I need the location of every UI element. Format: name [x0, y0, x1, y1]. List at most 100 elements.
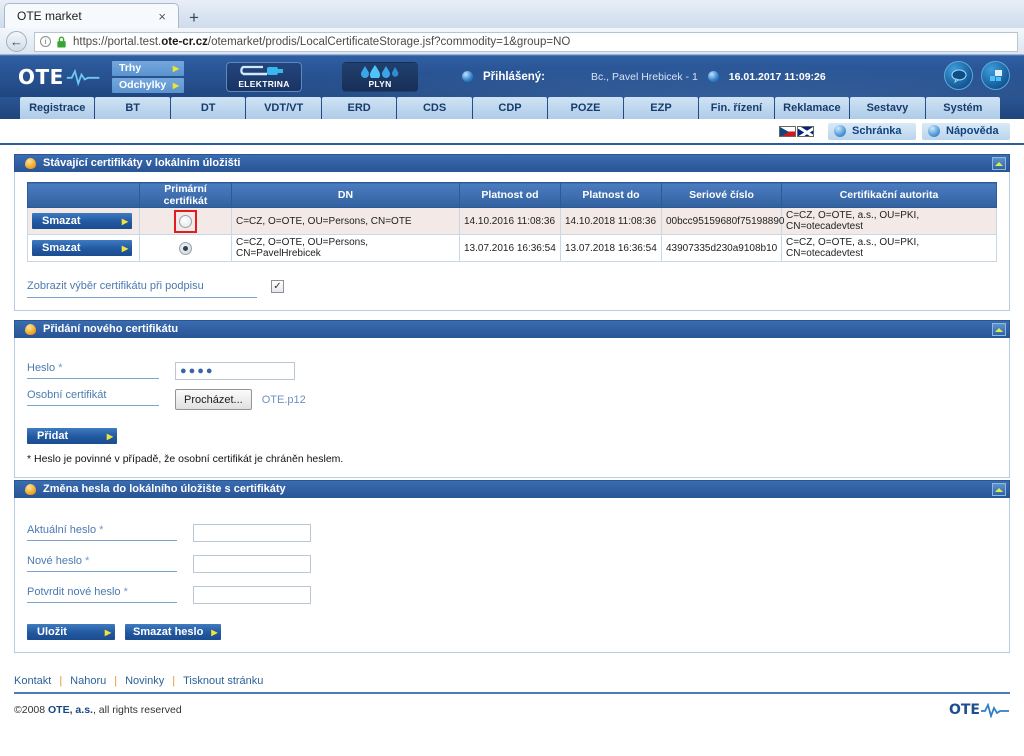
commodity-plyn[interactable]: PLYN: [342, 61, 418, 92]
nav-tab-cdp[interactable]: CDP: [472, 97, 548, 119]
footer-link-kontakt[interactable]: Kontakt: [14, 675, 51, 687]
nav-tab-poze[interactable]: POZE: [548, 97, 623, 119]
new-tab-button[interactable]: +: [179, 9, 209, 28]
panel-add-title: Přidání nového certifikátu: [43, 323, 179, 335]
selected-file-name: OTE.p12: [261, 393, 306, 406]
copyright: ©2008 OTE, a.s., all rights reserved: [14, 704, 182, 716]
delete-password-button[interactable]: Smazat heslo ▶: [125, 624, 222, 640]
address-bar[interactable]: i https://portal.test.ote-cr.cz/otemarke…: [34, 31, 1018, 52]
browse-button[interactable]: Procházet...: [175, 389, 252, 410]
certificate-control: Procházet... OTE.p12: [175, 389, 306, 410]
new-password-control: [193, 555, 311, 573]
commodity-elektrina[interactable]: ELEKTRINA: [226, 61, 302, 92]
table-row: Smazat ▶ C=CZ, O=OTE, OU=Persons, CN=OTE: [27, 207, 997, 235]
windows-icon[interactable]: [981, 61, 1010, 90]
nav-tab-registrace[interactable]: Registrace: [20, 97, 95, 119]
nav-tab-bt[interactable]: BT: [95, 97, 170, 119]
copyright-brand: OTE, a.s.: [48, 704, 93, 716]
footer-logo: OTE: [949, 702, 1010, 718]
collapse-button[interactable]: [992, 323, 1006, 336]
confirm-password-label-text: Potvrdit nové heslo: [27, 586, 121, 598]
clipboard-button[interactable]: Schránka: [828, 122, 916, 140]
footer-link-nahoru[interactable]: Nahoru: [70, 675, 106, 687]
delete-button-label: Smazat: [42, 215, 81, 227]
page-footer: Kontakt | Nahoru | Novinky | Tisknout st…: [0, 675, 1024, 718]
new-password-label-text: Nové heslo: [27, 555, 83, 567]
password-label-text: Heslo: [27, 362, 56, 374]
primary-certificate-radio[interactable]: [179, 241, 192, 255]
change-password-button-row: Uložit ▶ Smazat heslo ▶: [27, 624, 997, 640]
chat-icon[interactable]: [944, 61, 973, 90]
password-input[interactable]: [175, 362, 295, 380]
current-password-input[interactable]: [193, 524, 311, 542]
back-icon[interactable]: ←: [6, 31, 27, 52]
panel-add-header: Přidání nového certifikátu: [14, 320, 1010, 338]
nav-tab-reklamace[interactable]: Reklamace: [774, 97, 850, 119]
primary-certificate-radio[interactable]: [179, 214, 192, 228]
nav-tab-sestavy[interactable]: Sestavy: [850, 97, 925, 119]
chevron-right-icon: ▶: [172, 80, 179, 90]
add-button[interactable]: Přidat ▶: [27, 428, 117, 444]
flag-uk-icon[interactable]: [797, 125, 814, 137]
flag-cz-icon[interactable]: [779, 125, 796, 137]
collapse-button[interactable]: [992, 483, 1006, 496]
footer-links: Kontakt | Nahoru | Novinky | Tisknout st…: [14, 675, 1010, 694]
nav-tab-dt[interactable]: DT: [170, 97, 246, 119]
chevron-up-icon: [995, 327, 1003, 332]
browser-tab[interactable]: OTE market ×: [4, 3, 179, 28]
footer-link-tisknout[interactable]: Tisknout stránku: [183, 675, 263, 687]
chevron-right-icon: ▶: [121, 243, 128, 253]
help-icon: [928, 125, 940, 137]
nav-tab-vdtvt[interactable]: VDT/VT: [246, 97, 321, 119]
close-icon[interactable]: ×: [152, 10, 172, 23]
nav-tab-erd[interactable]: ERD: [321, 97, 397, 119]
nav-tab-cds[interactable]: CDS: [397, 97, 472, 119]
wave-icon: [66, 68, 100, 86]
show-picker-control: ✓: [271, 280, 284, 293]
required-marker: *: [85, 555, 90, 567]
info-icon[interactable]: i: [40, 36, 51, 47]
cell-serial: 00bcc95159680f75198890: [661, 207, 784, 235]
password-note: * Heslo je povinné v případě, že osobní …: [27, 453, 344, 465]
check-icon: ✓: [273, 280, 282, 292]
menu-item-trhy[interactable]: Trhy ▶: [112, 60, 184, 76]
nav-tab-system[interactable]: Systém: [925, 97, 1001, 119]
required-marker: *: [99, 524, 104, 536]
clipboard-label: Schránka: [852, 125, 902, 137]
save-button[interactable]: Uložit ▶: [27, 624, 115, 640]
nav-tab-fin-rizeni[interactable]: Fin. řízení: [699, 97, 774, 119]
cell-action: Smazat ▶: [27, 234, 140, 262]
bullet-icon: [707, 71, 719, 82]
portal-header: OTE Trhy ▶ Odchylky ▶ ELEKTRINA PLYN Při…: [0, 55, 1024, 97]
cell-serial: 43907335d230a9108b10: [661, 234, 782, 262]
collapse-button[interactable]: [992, 157, 1006, 170]
delete-button[interactable]: Smazat ▶: [32, 213, 132, 229]
certificates-table: Primární certifikát DN Platnost od Platn…: [27, 182, 997, 262]
url-domain: ote-cr.cz: [161, 35, 208, 48]
help-label: Nápověda: [946, 125, 999, 137]
show-picker-checkbox[interactable]: ✓: [271, 280, 284, 293]
menu-item-odchylky[interactable]: Odchylky ▶: [112, 77, 184, 93]
bullet-orange-icon: [25, 157, 36, 169]
ote-logo: OTE: [18, 65, 100, 89]
confirm-password-input[interactable]: [193, 586, 311, 604]
delete-button[interactable]: Smazat ▶: [32, 240, 132, 256]
footer-separator: |: [59, 675, 63, 687]
new-password-input[interactable]: [193, 555, 311, 573]
current-password-label: Aktuální heslo *: [27, 524, 177, 541]
commodity-plyn-label: PLYN: [368, 78, 392, 89]
cell-valid-from: 14.10.2016 11:08:36: [459, 207, 561, 235]
cell-valid-from: 13.07.2016 16:36:54: [459, 234, 561, 262]
copyright-prefix: ©2008: [14, 704, 49, 716]
main-navigation: Registrace BT DT VDT/VT ERD CDS CDP POZE…: [0, 97, 1024, 119]
help-button[interactable]: Nápověda: [922, 122, 1010, 140]
nav-tab-ezp[interactable]: EZP: [623, 97, 699, 119]
footer-link-novinky[interactable]: Novinky: [125, 675, 164, 687]
footer-bottom: ©2008 OTE, a.s., all rights reserved OTE: [14, 694, 1010, 718]
cell-ca: C=CZ, O=OTE, a.s., OU=PKI, CN=otecadevte…: [781, 234, 997, 262]
bullet-orange-icon: [25, 323, 36, 335]
ote-logo-text: OTE: [18, 64, 64, 89]
chevron-right-icon: ▶: [172, 63, 179, 73]
col-serial: Seriové číslo: [661, 182, 782, 208]
chevron-right-icon: ▶: [104, 627, 111, 637]
